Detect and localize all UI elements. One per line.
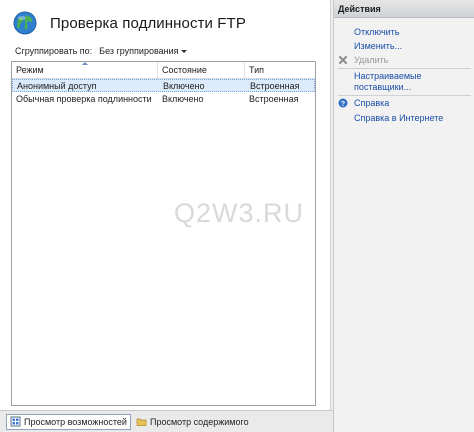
cell-type: Встроенная [249,93,299,104]
cell-state: Включено [163,80,205,91]
page-title: Проверка подлинности FTP [50,14,246,32]
view-tabs-bar: Просмотр возможностей Просмотр содержимо… [0,410,333,432]
feature-pane: Проверка подлинности FTP Сгруппировать п… [0,0,330,410]
column-header-state-label: Состояние [162,65,207,75]
page-header: Проверка подлинности FTP [8,8,326,38]
cell-type: Встроенная [250,80,300,91]
auth-list: Режим Состояние Тип Анонимный доступ Вкл… [11,61,316,406]
delete-icon [339,56,347,64]
actions-pane: Действия Отключить Изменить... Удалить Н… [333,0,474,432]
cell-mode: Анонимный доступ [17,80,97,91]
grouping-select-value: Без группирования [99,46,179,56]
tab-content-view-label: Просмотр содержимого [149,416,249,427]
chevron-down-icon [181,49,188,53]
action-online-help-link[interactable]: Справка в Интернете [354,113,443,124]
grouping-label: Сгруппировать по: [15,46,93,56]
actions-divider [338,68,471,69]
folder-icon [136,418,147,426]
help-icon: ? [338,98,348,108]
column-header-type[interactable]: Тип [245,62,315,78]
column-header-mode[interactable]: Режим [12,62,158,78]
tab-features-view-label: Просмотр возможностей [24,416,127,427]
column-header-type-label: Тип [249,65,265,75]
globe-icon [13,11,37,35]
cell-state: Включено [162,93,204,104]
grouping-select[interactable]: Без группирования [96,44,193,59]
action-providers-line2: поставщики... [354,82,412,92]
tab-content-view[interactable]: Просмотр содержимого [133,414,252,430]
table-row[interactable]: Обычная проверка подлинности Включено Вс… [12,92,315,105]
table-row[interactable]: Анонимный доступ Включено Встроенная [12,79,315,92]
actions-header: Действия [334,0,474,18]
action-providers-line1: Настраиваемые [354,71,422,81]
action-help-link[interactable]: Справка [354,98,389,109]
actions-divider [338,95,471,96]
column-header-mode-label: Режим [16,65,44,75]
column-header-state[interactable]: Состояние [158,62,245,78]
action-providers-link[interactable]: Настраиваемые поставщики... [354,71,422,93]
action-edit-link[interactable]: Изменить... [354,41,402,52]
list-header: Режим Состояние Тип [12,62,315,79]
tab-features-view[interactable]: Просмотр возможностей [6,413,131,430]
action-remove-link: Удалить [354,55,389,65]
svg-text:?: ? [341,101,345,108]
action-disable-link[interactable]: Отключить [354,27,400,38]
cell-mode: Обычная проверка подлинности [16,93,152,104]
watermark: Q2W3.RU [174,198,305,228]
features-view-icon [10,416,21,427]
grouping-row: Сгруппировать по: Без группирования [15,44,193,58]
sort-ascending-icon [82,62,88,65]
